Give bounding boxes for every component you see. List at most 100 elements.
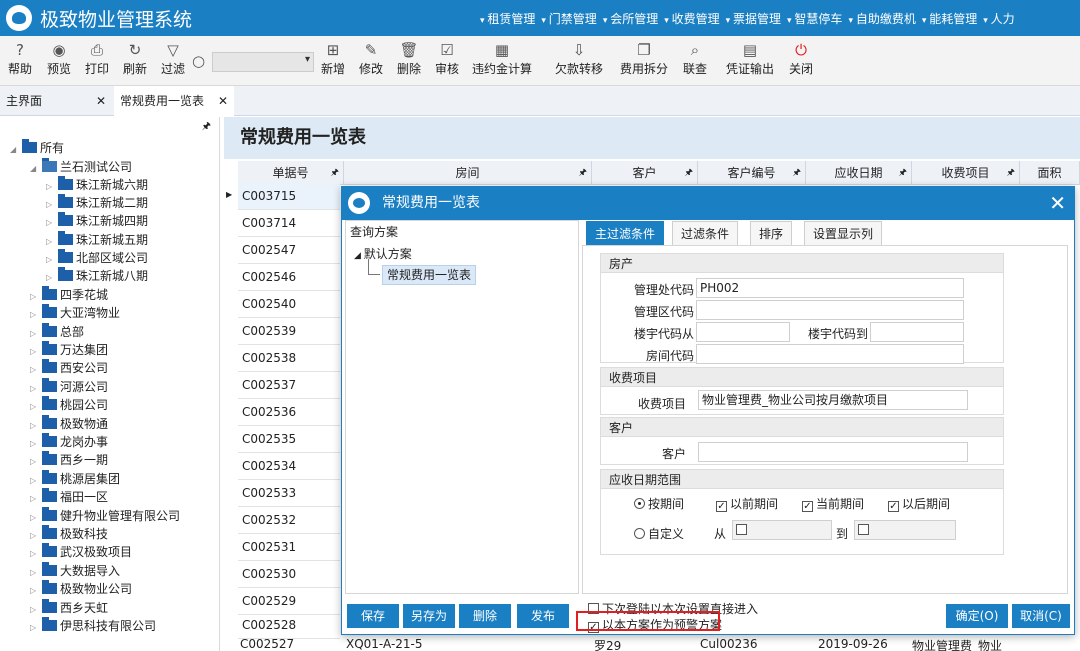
refresh-button[interactable]: ↻ 刷新 — [120, 40, 150, 82]
tree-item-sub[interactable]: ▷ 珠江新城二期 — [46, 194, 148, 212]
menu-bill[interactable]: 票据管理 — [726, 10, 781, 27]
tree-item-org[interactable]: ▷ 大亚湾物业 — [30, 304, 120, 322]
tree-item-org[interactable]: ▷ 龙岗办事 — [30, 433, 108, 451]
tree-item-org[interactable]: ▷ 健升物业管理有限公司 — [30, 507, 180, 525]
close-icon[interactable]: ✕ — [1049, 189, 1066, 217]
expand-icon[interactable]: ▷ — [30, 453, 42, 471]
table-row[interactable]: C002538 — [238, 345, 340, 372]
column-header[interactable]: 应收日期 🖈 — [806, 161, 912, 185]
tree-item-sub[interactable]: ▷ 珠江新城六期 — [46, 176, 148, 194]
column-header[interactable]: 房间 🖈 — [344, 161, 592, 185]
table-row[interactable]: C002532 — [238, 507, 340, 534]
table-row[interactable]: C002536 — [238, 399, 340, 426]
pin-icon[interactable]: 🖈 — [793, 161, 801, 185]
tree-item-org[interactable]: ▷ 西乡一期 — [30, 451, 108, 469]
pin-icon[interactable]: 🖈 — [202, 119, 211, 136]
save-button[interactable]: 保存 — [347, 604, 399, 628]
table-row[interactable]: C002533 — [238, 480, 340, 507]
radio-by-period[interactable]: 按期间 — [634, 495, 684, 512]
expand-icon[interactable]: ▷ — [46, 214, 58, 232]
tab-home[interactable]: 主界面 ✕ — [0, 86, 112, 116]
expand-icon[interactable]: ▷ — [46, 269, 58, 287]
tree-item-company[interactable]: ◢ 兰石测试公司 — [30, 158, 132, 176]
tree-item-org[interactable]: ▷ 西乡天虹 — [30, 599, 108, 617]
menu-lease[interactable]: 租赁管理 — [480, 10, 535, 27]
menu-access[interactable]: 门禁管理 — [541, 10, 597, 27]
tree-item-org[interactable]: ▷ 四季花城 — [30, 286, 108, 304]
checkbox-curr[interactable]: ✓ 当前期间 — [802, 495, 864, 512]
tree-item-sub[interactable]: ▷ 珠江新城八期 — [46, 267, 148, 285]
tree-item-org[interactable]: ▷ 极致物业公司 — [30, 580, 132, 598]
bld-from-input[interactable] — [696, 322, 790, 342]
close-button[interactable]: ⏻ 关闭 — [786, 40, 816, 82]
room-code-input[interactable] — [696, 344, 964, 364]
expand-icon[interactable]: ▷ — [30, 361, 42, 379]
publish-button[interactable]: 发布 — [517, 604, 569, 628]
tree-item-org[interactable]: ▷ 西安公司 — [30, 359, 108, 377]
add-button[interactable]: ⊞ 新增 — [318, 40, 348, 82]
tree-item-sub[interactable]: ▷ 珠江新城五期 — [46, 231, 148, 249]
mgmt-code-input[interactable]: PH002 — [696, 278, 964, 298]
tree-item-org[interactable]: ▷ 极致物通 — [30, 415, 108, 433]
tab-filter[interactable]: 过滤条件 — [672, 221, 739, 245]
menu-charge[interactable]: 收费管理 — [664, 10, 720, 27]
penalty-button[interactable]: ▦ 违约金计算 — [470, 40, 534, 82]
save-as-button[interactable]: 另存为 — [403, 604, 455, 628]
column-header[interactable]: 收费项目 🖈 — [912, 161, 1020, 185]
collapse-icon[interactable]: ◢ — [10, 141, 22, 159]
preview-button[interactable]: ◉ 预览 — [44, 40, 74, 82]
edit-button[interactable]: ✎ 修改 — [356, 40, 386, 82]
column-header[interactable]: 客户 🖈 — [592, 161, 698, 185]
table-row[interactable]: C003714 — [238, 210, 340, 237]
table-row[interactable]: C002530 — [238, 561, 340, 588]
table-row[interactable]: C002537 — [238, 372, 340, 399]
pin-icon[interactable]: 🖈 — [331, 161, 339, 185]
tree-item-sub[interactable]: ▷ 珠江新城四期 — [46, 212, 148, 230]
menu-parking[interactable]: 智慧停车 — [787, 10, 842, 27]
plan-item[interactable]: 常规费用一览表 — [382, 265, 477, 285]
delete-button[interactable]: 🗑 删除 — [394, 40, 424, 82]
checkbox-prev[interactable]: ✓ 以前期间 — [716, 495, 778, 512]
date-from-input[interactable] — [732, 520, 832, 540]
tree-item-org[interactable]: ▷ 桃园公司 — [30, 396, 108, 414]
column-header[interactable]: 面积 — [1020, 161, 1080, 185]
delete-plan-button[interactable]: 删除 — [459, 604, 511, 628]
pin-icon[interactable]: 🖈 — [899, 161, 907, 185]
table-row[interactable]: C003715 — [238, 183, 340, 210]
fee-item-input[interactable]: 物业管理费_物业公司按月缴款项目 — [698, 390, 968, 410]
split-button[interactable]: ❐ 费用拆分 — [618, 40, 670, 82]
pin-icon[interactable]: 🖈 — [579, 161, 587, 185]
tree-item-org[interactable]: ▷ 万达集团 — [30, 341, 108, 359]
table-row[interactable]: C002546 — [238, 264, 340, 291]
tab-main-filter[interactable]: 主过滤条件 — [586, 221, 665, 245]
arrears-button[interactable]: ⇩ 欠款转移 — [552, 40, 606, 82]
checkbox-next[interactable]: ✓ 以后期间 — [888, 495, 950, 512]
expand-icon[interactable]: ▷ — [30, 306, 42, 324]
table-row[interactable]: C002535 — [238, 426, 340, 453]
filter-button[interactable]: ▽ 过滤 — [158, 40, 188, 82]
column-header[interactable]: 单据号 🖈 — [238, 161, 344, 185]
tree-item-org[interactable]: ▷ 福田一区 — [30, 488, 108, 506]
table-row[interactable]: C002540 — [238, 291, 340, 318]
expand-icon[interactable]: ▷ — [30, 490, 42, 508]
tab-sort[interactable]: 排序 — [750, 221, 793, 245]
area-code-input[interactable] — [696, 300, 964, 320]
expand-icon[interactable]: ▷ — [30, 398, 42, 416]
table-row[interactable]: C002529 — [238, 588, 340, 615]
voucher-button[interactable]: ▤ 凭证输出 — [724, 40, 776, 82]
menu-kiosk[interactable]: 自助缴费机 — [848, 10, 916, 27]
tree-item-org[interactable]: ▷ 总部 — [30, 323, 84, 341]
table-row[interactable]: C002528 — [238, 612, 340, 639]
audit-button[interactable]: ☑ 审核 — [432, 40, 462, 82]
table-row[interactable]: C002531 — [238, 534, 340, 561]
customer-input[interactable] — [698, 442, 968, 462]
print-button[interactable]: ⎙ 打印 — [82, 40, 112, 82]
ok-button[interactable]: 确定(O) — [946, 604, 1008, 628]
cancel-button[interactable]: 取消(C) — [1012, 604, 1070, 628]
plan-root[interactable]: ◢ 默认方案 — [354, 245, 412, 262]
menu-hr[interactable]: 人力 — [983, 10, 1015, 27]
tree-item-sub[interactable]: ▷ 北部区域公司 — [46, 249, 148, 267]
close-icon[interactable]: ✕ — [96, 86, 106, 116]
help-button[interactable]: ? 帮助 — [6, 40, 34, 82]
tab-current[interactable]: 常规费用一览表 ✕ — [114, 86, 234, 116]
